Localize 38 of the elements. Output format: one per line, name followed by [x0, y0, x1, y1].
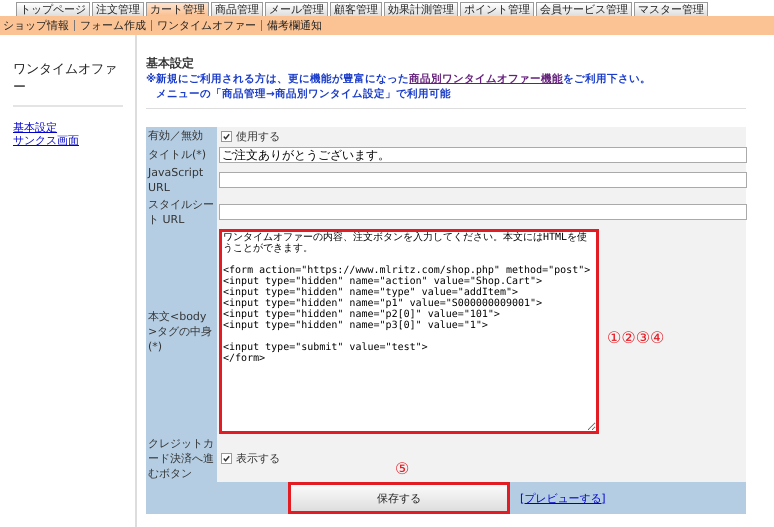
field-label: 有効／無効	[146, 127, 217, 146]
notice-text: ※新規にご利用される方は、更に機能が豊富になった商品別ワンタイムオファー機能をご利用下さい。	[146, 72, 652, 87]
nav-tab[interactable]: 会員サービス管理	[536, 2, 632, 16]
nav-tab[interactable]: ポイント管理	[460, 2, 534, 16]
sidebar-title: ワンタイムオファー	[13, 61, 118, 97]
nav-tab[interactable]: カート管理	[146, 2, 209, 16]
checkbox-label: 表示する	[236, 451, 280, 466]
nav-tab[interactable]: 顧客管理	[330, 2, 382, 16]
field-label: スタイルシート URL	[146, 196, 217, 228]
checkbox[interactable]	[221, 131, 232, 142]
nav-tab[interactable]: 商品管理	[211, 2, 263, 16]
checkbox[interactable]	[221, 453, 232, 464]
text-field[interactable]: ご注文ありがとうございます。	[219, 147, 747, 163]
annotation-numbers: ①②③④	[607, 328, 664, 347]
subnav-link[interactable]: 備考欄通知	[267, 18, 322, 33]
subnav-link[interactable]: ワンタイムオファー	[157, 18, 256, 33]
annotation-number: ⑤	[395, 459, 410, 478]
nav-tab[interactable]: 注文管理	[92, 2, 144, 16]
field-label: クレジットカード決済へ進むボタン	[146, 435, 217, 482]
subnav-link[interactable]: ショップ情報	[3, 18, 69, 33]
notice-text: メニューの「商品管理→商品別ワンタイム設定」で利用可能	[146, 87, 746, 109]
nav-tab[interactable]: メール管理	[265, 2, 328, 16]
text-field[interactable]	[219, 172, 747, 188]
nav-tab[interactable]: 効果計測管理	[384, 2, 458, 16]
checkbox-label: 使用する	[236, 129, 280, 144]
feature-link[interactable]: 商品別ワンタイムオファー機能	[409, 73, 564, 85]
nav-tab[interactable]: マスター管理	[634, 2, 708, 16]
subnav-link[interactable]: フォーム作成	[80, 18, 146, 33]
sidebar-link[interactable]: 基本設定	[13, 121, 135, 134]
save-button[interactable]: 保存する	[288, 482, 510, 514]
field-label: 本文<body>タグの中身(*)	[146, 228, 217, 435]
field-label: JavaScript URL	[146, 164, 217, 196]
field-label: タイトル(*)	[146, 146, 217, 164]
sidebar-link[interactable]: サンクス画面	[13, 134, 135, 147]
text-field[interactable]	[219, 204, 747, 220]
preview-link[interactable]: [プレビューする]	[520, 490, 606, 506]
nav-tab[interactable]: トップページ	[16, 2, 90, 16]
section-heading: 基本設定	[146, 55, 195, 72]
